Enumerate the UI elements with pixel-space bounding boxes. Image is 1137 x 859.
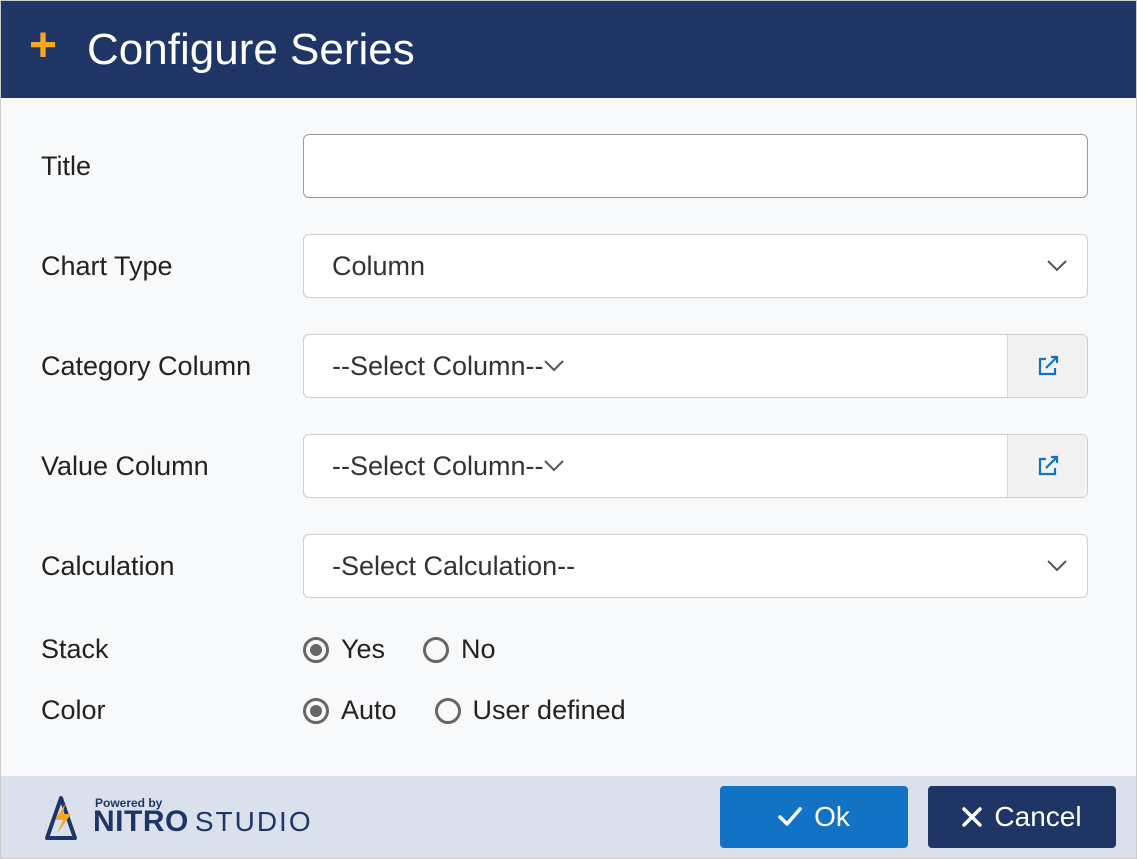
- color-label: Color: [41, 695, 303, 726]
- calculation-label: Calculation: [41, 551, 303, 582]
- row-value-column: Value Column --Select Column--: [41, 434, 1088, 498]
- category-column-open-button[interactable]: [1007, 335, 1087, 397]
- row-calculation: Calculation -Select Calculation--: [41, 534, 1088, 598]
- brand-logo: Powered by NITRO STUDIO: [41, 794, 313, 840]
- calculation-value: -Select Calculation--: [332, 551, 575, 582]
- value-column-open-button[interactable]: [1007, 435, 1087, 497]
- chevron-down-icon: [1047, 560, 1067, 572]
- brand-main-text: NITRO: [93, 807, 189, 837]
- row-chart-type: Chart Type Column: [41, 234, 1088, 298]
- title-input[interactable]: [303, 134, 1088, 198]
- chevron-down-icon: [1047, 260, 1067, 272]
- stack-radio-group: Yes No: [303, 634, 496, 665]
- color-auto-radio[interactable]: Auto: [303, 695, 397, 726]
- cancel-button-label: Cancel: [994, 801, 1081, 833]
- title-label: Title: [41, 151, 303, 182]
- value-column-value: --Select Column--: [332, 451, 544, 482]
- open-external-icon: [1036, 454, 1060, 478]
- stack-yes-label: Yes: [341, 634, 385, 665]
- nitro-logo-icon: [41, 794, 83, 840]
- stack-no-label: No: [461, 634, 496, 665]
- stack-no-radio[interactable]: No: [423, 634, 496, 665]
- chevron-down-icon: [544, 360, 564, 372]
- chart-type-value: Column: [332, 251, 425, 282]
- brand-sub-text: STUDIO: [195, 808, 313, 836]
- check-icon: [778, 807, 802, 827]
- radio-unchecked-icon: [435, 698, 461, 724]
- category-column-select[interactable]: --Select Column--: [304, 335, 1007, 397]
- row-stack: Stack Yes No: [41, 634, 1088, 665]
- row-title: Title: [41, 134, 1088, 198]
- cancel-button[interactable]: Cancel: [928, 786, 1116, 848]
- dialog-title: Configure Series: [87, 25, 415, 75]
- chevron-down-icon: [544, 460, 564, 472]
- calculation-select[interactable]: -Select Calculation--: [303, 534, 1088, 598]
- radio-checked-icon: [303, 698, 329, 724]
- color-user-radio[interactable]: User defined: [435, 695, 626, 726]
- value-column-label: Value Column: [41, 451, 303, 482]
- chart-type-select[interactable]: Column: [303, 234, 1088, 298]
- close-icon: [962, 807, 982, 827]
- footer-buttons: Ok Cancel: [720, 786, 1116, 848]
- dialog-footer: Powered by NITRO STUDIO Ok Cancel: [1, 776, 1136, 858]
- category-column-label: Category Column: [41, 351, 303, 382]
- color-user-label: User defined: [473, 695, 626, 726]
- row-color: Color Auto User defined: [41, 695, 1088, 726]
- stack-yes-radio[interactable]: Yes: [303, 634, 385, 665]
- dialog-body: Title Chart Type Column Category Column: [1, 98, 1136, 776]
- color-radio-group: Auto User defined: [303, 695, 626, 726]
- stack-label: Stack: [41, 634, 303, 665]
- value-column-select[interactable]: --Select Column--: [304, 435, 1007, 497]
- configure-series-dialog: + Configure Series Title Chart Type Colu…: [0, 0, 1137, 859]
- ok-button-label: Ok: [814, 801, 850, 833]
- category-column-value: --Select Column--: [332, 351, 544, 382]
- row-category-column: Category Column --Select Column--: [41, 334, 1088, 398]
- ok-button[interactable]: Ok: [720, 786, 908, 848]
- radio-unchecked-icon: [423, 637, 449, 663]
- chart-type-label: Chart Type: [41, 251, 303, 282]
- dialog-header: + Configure Series: [1, 1, 1136, 98]
- color-auto-label: Auto: [341, 695, 397, 726]
- plus-icon: +: [29, 22, 57, 70]
- radio-checked-icon: [303, 637, 329, 663]
- open-external-icon: [1036, 354, 1060, 378]
